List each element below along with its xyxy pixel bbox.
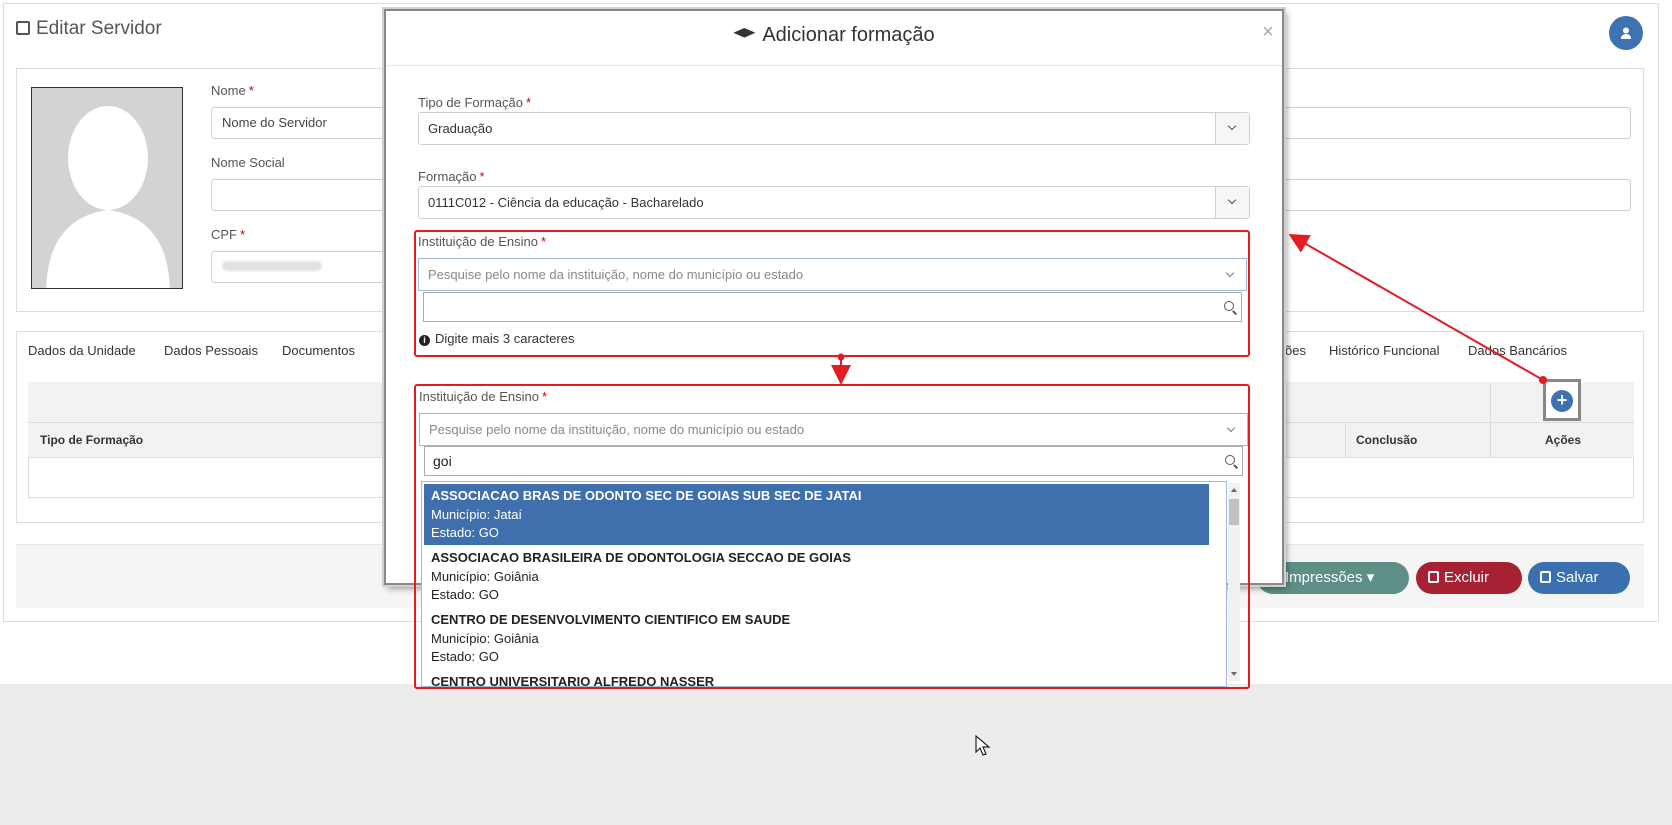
user-icon xyxy=(1621,27,1631,39)
tab-documentos[interactable]: Documentos xyxy=(282,343,355,358)
mouse-cursor-icon xyxy=(975,735,991,756)
salvar-button[interactable]: Salvar xyxy=(1528,562,1630,594)
close-icon[interactable]: × xyxy=(1262,21,1274,44)
avatar-placeholder-icon xyxy=(46,106,170,288)
tipo-formacao-select[interactable]: Graduação xyxy=(418,112,1250,145)
avatar[interactable] xyxy=(31,87,183,289)
annotation-box-step1 xyxy=(414,230,1250,357)
chevron-down-icon xyxy=(1227,195,1237,205)
edit-icon xyxy=(16,21,30,35)
modal-header: Adicionar formação × xyxy=(386,11,1282,66)
tipo-formacao-label: Tipo de Formação * xyxy=(418,95,532,110)
redacted-value xyxy=(222,261,322,271)
add-formacao-button[interactable]: + xyxy=(1551,390,1573,412)
trash-icon xyxy=(1428,571,1439,583)
annotation-box-step2 xyxy=(414,384,1250,689)
tab-dados-pessoais[interactable]: Dados Pessoais xyxy=(164,343,258,358)
column-divider xyxy=(1345,423,1346,458)
col-acoes: Ações xyxy=(1545,433,1582,447)
graduation-cap-icon xyxy=(733,28,756,38)
page-title: Editar Servidor xyxy=(16,18,162,40)
nome-social-label: Nome Social xyxy=(211,155,285,170)
formacao-label: Formação * xyxy=(418,169,485,184)
tab-partial[interactable]: ões xyxy=(1285,343,1306,358)
excluir-button[interactable]: Excluir xyxy=(1416,562,1522,594)
tab-dados-unidade[interactable]: Dados da Unidade xyxy=(28,343,136,358)
tab-historico-funcional[interactable]: Histórico Funcional xyxy=(1329,343,1440,358)
cpf-label: CPF * xyxy=(211,227,246,242)
formacao-select[interactable]: 0111C012 - Ciência da educação - Bachare… xyxy=(418,186,1250,219)
modal-title: Adicionar formação xyxy=(386,24,1282,47)
page-background xyxy=(0,684,1672,825)
save-icon xyxy=(1540,571,1551,583)
col-conclusao: Conclusão xyxy=(1356,433,1418,447)
tab-dados-bancarios[interactable]: Dados Bancários xyxy=(1468,343,1567,358)
cpf-input[interactable] xyxy=(211,251,391,283)
col-tipo-formacao: Tipo de Formação xyxy=(40,433,144,447)
chevron-down-icon xyxy=(1227,121,1237,131)
column-divider xyxy=(1490,382,1491,458)
user-menu-button[interactable] xyxy=(1609,16,1643,50)
nome-label: Nome * xyxy=(211,83,254,98)
